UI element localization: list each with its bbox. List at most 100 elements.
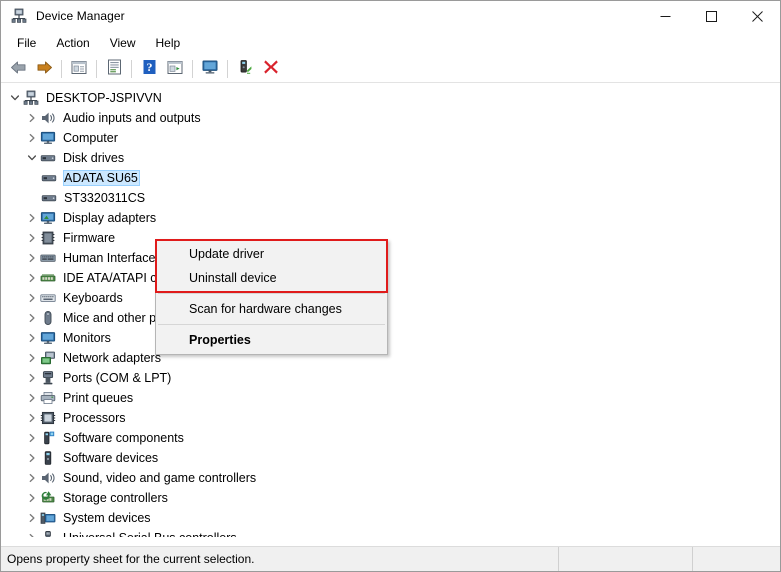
maximize-button[interactable] [688,1,734,31]
mouse-icon [40,310,56,326]
question-mark-icon: ? [142,59,157,78]
chevron-right-icon[interactable] [24,410,40,426]
status-bar: Opens property sheet for the current sel… [1,546,780,571]
tree-row-sound-video-and-game-controllers[interactable]: Sound, video and game controllers [1,468,780,488]
tree-row-disk-drives[interactable]: Disk drives [1,148,780,168]
tree-node-label: Universal Serial Bus controllers [62,530,239,537]
tree-node-label: Software components [63,431,184,445]
tree-node-label: Human Interface [63,251,156,265]
tree-row-keyboards[interactable]: Keyboards [1,288,780,308]
tree-row-storage-controllers[interactable]: Storage controllers [1,488,780,508]
chevron-right-icon[interactable] [24,210,40,226]
tree-row-st3320311cs[interactable]: ST3320311CS [1,188,780,208]
close-button[interactable] [734,1,780,31]
tree-row-system-devices[interactable]: System devices [1,508,780,528]
add-hardware-icon [237,59,253,78]
show-hide-console-tree-button[interactable] [66,57,92,81]
tree-row-firmware[interactable]: Firmware [1,228,780,248]
chevron-right-icon[interactable] [24,370,40,386]
chevron-right-icon[interactable] [24,230,40,246]
menu-bar: File Action View Help [1,31,780,55]
tree-row-adata-su65[interactable]: ADATA SU65 [1,168,780,188]
status-pane-3 [693,547,780,571]
tree-row-mice-and-other-pointing-devices[interactable]: Mice and other pointing devices [1,308,780,328]
chevron-right-icon[interactable] [24,250,40,266]
menu-help[interactable]: Help [146,33,191,53]
chevron-right-icon[interactable] [24,530,40,537]
chevron-right-icon[interactable] [24,110,40,126]
tree-node-label: Network adapters [63,351,161,365]
tree-row-network-adapters[interactable]: Network adapters [1,348,780,368]
storage-controller-icon [40,490,56,506]
tree-row-audio-inputs-and-outputs[interactable]: Audio inputs and outputs [1,108,780,128]
svg-text:?: ? [146,60,152,74]
system-device-icon [40,510,56,526]
tree-row-software-components[interactable]: Software components [1,428,780,448]
minimize-button[interactable] [642,1,688,31]
tree-row-ide-ata-atapi-controllers[interactable]: IDE ATA/ATAPI co [1,268,780,288]
chevron-right-icon[interactable] [24,470,40,486]
chevron-right-icon[interactable] [24,390,40,406]
chevron-down-icon[interactable] [7,90,23,106]
display-adapter-icon [40,210,56,226]
context-menu-item-scan-for-hardware-changes[interactable]: Scan for hardware changes [156,297,387,321]
chevron-right-icon[interactable] [24,330,40,346]
status-message-pane: Opens property sheet for the current sel… [1,547,559,571]
ide-controller-icon [40,270,56,286]
tree-node-label: Storage controllers [63,491,168,505]
scan-hardware-changes-button[interactable] [197,57,223,81]
tree-node-label: ST3320311CS [64,191,146,205]
menu-view[interactable]: View [100,33,146,53]
context-menu-item-properties[interactable]: Properties [156,328,387,352]
chevron-down-icon[interactable] [24,150,40,166]
update-driver-button[interactable] [162,57,188,81]
back-arrow-icon [10,60,27,78]
chevron-right-icon[interactable] [24,310,40,326]
chevron-right-icon[interactable] [24,490,40,506]
monitor-scan-icon [201,59,219,78]
tree-row-human-interface-devices[interactable]: Human Interface [1,248,780,268]
chevron-right-icon[interactable] [24,430,40,446]
monitor-icon [40,330,56,346]
printer-icon [40,390,56,406]
uninstall-device-button[interactable] [258,57,284,81]
firmware-icon [40,230,56,246]
device-tree[interactable]: DESKTOP-JSPIVVN Audio inputs and outputs [1,83,780,537]
tree-row-monitors[interactable]: Monitors [1,328,780,348]
chevron-right-icon[interactable] [24,270,40,286]
update-driver-icon [167,60,183,78]
menu-action[interactable]: Action [46,33,99,53]
monitor-icon [40,130,56,146]
properties-button[interactable] [101,57,127,81]
tree-row-ports-com-and-lpt[interactable]: Ports (COM & LPT) [1,368,780,388]
tree-row-root[interactable]: DESKTOP-JSPIVVN [1,88,780,108]
context-menu[interactable]: Update driver Uninstall device Scan for … [155,239,388,355]
chevron-right-icon[interactable] [24,510,40,526]
context-menu-item-uninstall-device[interactable]: Uninstall device [156,266,387,290]
chevron-right-icon[interactable] [24,350,40,366]
processor-icon [40,410,56,426]
chevron-right-icon[interactable] [24,130,40,146]
add-legacy-hardware-button[interactable] [232,57,258,81]
tree-node-label: System devices [63,511,151,525]
back-button[interactable] [5,57,31,81]
help-button[interactable]: ? [136,57,162,81]
forward-button[interactable] [31,57,57,81]
chevron-right-icon[interactable] [24,450,40,466]
menu-file[interactable]: File [7,33,46,53]
tree-row-display-adapters[interactable]: Display adapters [1,208,780,228]
tree-row-universal-serial-bus-controllers[interactable]: Universal Serial Bus controllers [1,528,780,537]
toolbar-separator [192,59,193,78]
chevron-right-icon[interactable] [24,290,40,306]
tree-row-software-devices[interactable]: Software devices [1,448,780,468]
tree-row-computer[interactable]: Computer [1,128,780,148]
context-menu-item-update-driver[interactable]: Update driver [156,242,387,266]
tree-row-print-queues[interactable]: Print queues [1,388,780,408]
tree-node-label: Audio inputs and outputs [63,111,201,125]
network-adapter-icon [40,350,56,366]
keyboard-icon [40,290,56,306]
tree-row-processors[interactable]: Processors [1,408,780,428]
tree-node-label: Monitors [63,331,111,345]
tree-node-label: Ports (COM & LPT) [63,371,172,385]
tree-node-label: Display adapters [63,211,157,225]
